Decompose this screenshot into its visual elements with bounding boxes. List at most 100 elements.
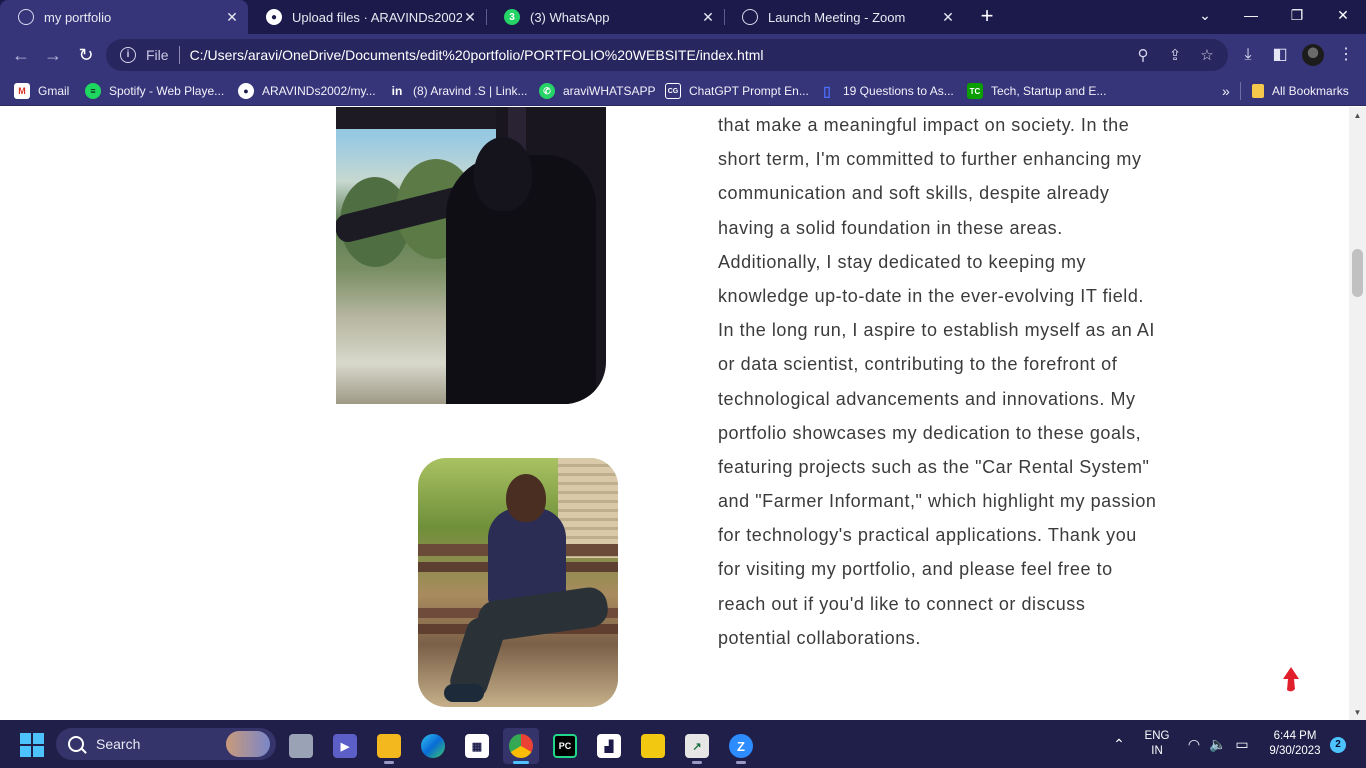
avatar[interactable]	[1302, 44, 1324, 66]
tab-strip: my portfolio ✕ ● Upload files · ARAVINDs…	[0, 0, 1366, 34]
bookmark-spotify[interactable]: ≡ Spotify - Web Playe...	[85, 82, 224, 100]
notification-badge[interactable]: 2	[1330, 737, 1346, 753]
restore-button[interactable]: ❐	[1274, 0, 1320, 32]
page-scrollbar[interactable]: ▲ ▼	[1349, 107, 1366, 720]
scroll-down-icon[interactable]: ▼	[1349, 706, 1366, 720]
back-button[interactable]: ←	[10, 44, 32, 66]
file-explorer-icon[interactable]	[371, 728, 407, 764]
photo-detail	[558, 458, 618, 558]
browser-toolbar: ← → ↻ i File C:/Users/aravi/OneDrive/Doc…	[0, 34, 1366, 76]
about-line: and "Farmer Informant," which highlight …	[718, 491, 1157, 512]
windows-start-icon[interactable]	[20, 733, 44, 757]
chrome-icon[interactable]	[503, 728, 539, 764]
close-window-button[interactable]: ✕	[1320, 0, 1366, 32]
new-tab-button[interactable]: +	[976, 4, 998, 30]
download-icon[interactable]: ⤓	[1238, 45, 1258, 65]
profile-photo-window	[336, 107, 606, 404]
forward-button[interactable]: →	[42, 44, 64, 66]
clock[interactable]: 6:44 PM 9/30/2023	[1262, 729, 1328, 759]
task-view-icon[interactable]	[283, 728, 319, 764]
all-bookmarks-folder[interactable]: All Bookmarks	[1252, 82, 1349, 100]
taskbar-search[interactable]: Search	[56, 728, 276, 760]
star-icon[interactable]: ☆	[1198, 47, 1216, 65]
more-bookmarks-icon[interactable]: »	[1222, 82, 1230, 100]
search-label: Search	[96, 736, 141, 752]
close-icon[interactable]: ✕	[940, 9, 956, 26]
bookmark-label: (8) Aravind .S | Link...	[413, 84, 528, 98]
scroll-to-top-arrow-icon[interactable]	[1280, 665, 1302, 695]
edge-icon[interactable]	[415, 728, 451, 764]
scroll-up-icon[interactable]: ▲	[1349, 109, 1366, 123]
about-line: featuring projects such as the "Car Rent…	[718, 456, 1150, 477]
whatsapp-icon: 3	[504, 9, 520, 25]
about-line: short term, I'm committed to further enh…	[718, 149, 1142, 170]
zoom-icon[interactable]: Z	[723, 728, 759, 764]
profile-photo-bench	[418, 458, 618, 707]
search-icon	[68, 736, 84, 752]
bookmark-linkedin[interactable]: in (8) Aravind .S | Link...	[389, 82, 528, 100]
techcrunch-icon: TC	[967, 83, 983, 99]
bookmark-chatgpt[interactable]: CG ChatGPT Prompt En...	[665, 82, 809, 100]
wifi-icon[interactable]: ◠	[1185, 735, 1203, 753]
bookmark-techcrunch[interactable]: TC Tech, Startup and E...	[967, 82, 1106, 100]
tab-title: Upload files · ARAVINDs2002/M	[292, 9, 462, 25]
office-icon[interactable]: ▟	[591, 728, 627, 764]
info-icon[interactable]: i	[120, 47, 136, 63]
volume-icon[interactable]: 🔈	[1209, 735, 1227, 753]
close-icon[interactable]: ✕	[224, 9, 240, 26]
about-line: technological advancements and innovatio…	[718, 388, 1136, 409]
tab-zoom-meeting[interactable]: Launch Meeting - Zoom ✕	[724, 0, 964, 34]
bookmark-gmail[interactable]: M Gmail	[14, 82, 69, 100]
page-viewport: that make a meaningful impact on society…	[0, 107, 1349, 720]
divider	[1240, 82, 1241, 100]
bookmark-label: Tech, Startup and E...	[991, 84, 1107, 98]
store-icon[interactable]: ▦	[459, 728, 495, 764]
chevron-up-icon[interactable]: ⌃	[1110, 735, 1128, 753]
about-line: In the long run, I aspire to establish m…	[718, 320, 1155, 341]
reload-button[interactable]: ↻	[75, 44, 97, 66]
zoom-icon[interactable]: ⚲	[1134, 47, 1152, 65]
bookmark-questions[interactable]: ▯ 19 Questions to As...	[819, 82, 954, 100]
folder-icon	[1252, 84, 1264, 98]
tab-title: (3) WhatsApp	[530, 9, 610, 25]
meet-icon[interactable]: ▶	[327, 728, 363, 764]
url-text[interactable]: C:/Users/aravi/OneDrive/Documents/edit%2…	[190, 47, 764, 63]
scrollbar-thumb[interactable]	[1352, 249, 1363, 297]
excel-chart-icon[interactable]: ↗	[679, 728, 715, 764]
about-line: for technology's practical applications.…	[718, 525, 1137, 546]
battery-icon[interactable]: ▭	[1233, 735, 1251, 753]
menu-icon[interactable]: ⋮	[1336, 45, 1356, 65]
scheme-label: File	[146, 47, 169, 63]
tab-search-chevron-icon[interactable]: ⌄	[1182, 0, 1228, 32]
tab-my-portfolio[interactable]: my portfolio ✕	[0, 0, 248, 34]
bookmark-label: Gmail	[38, 84, 70, 98]
close-icon[interactable]: ✕	[700, 9, 716, 26]
side-panel-icon[interactable]: ◧	[1270, 45, 1290, 65]
photo-detail	[474, 137, 532, 211]
pycharm-icon[interactable]: PC	[547, 728, 583, 764]
time-label: 6:44 PM	[1273, 730, 1317, 742]
about-line: potential collaborations.	[718, 627, 921, 648]
bookmarks-bar: M Gmail ≡ Spotify - Web Playe... ● ARAVI…	[0, 76, 1366, 106]
bookmark-whatsapp[interactable]: ✆ araviWHATSAPP	[539, 82, 655, 100]
photo-detail	[444, 684, 484, 702]
language-indicator[interactable]: ENG IN	[1141, 729, 1173, 759]
share-icon[interactable]: ⇪	[1166, 47, 1184, 65]
close-icon[interactable]: ✕	[462, 9, 478, 26]
whatsapp-icon: ✆	[539, 83, 555, 99]
search-highlight-image	[226, 731, 270, 757]
gmail-icon: M	[14, 83, 30, 99]
tab-github-upload[interactable]: ● Upload files · ARAVINDs2002/M ✕	[248, 0, 486, 34]
address-bar[interactable]: i File C:/Users/aravi/OneDrive/Documents…	[106, 39, 1228, 71]
tab-whatsapp[interactable]: 3 (3) WhatsApp ✕	[486, 0, 724, 34]
about-paragraph: that make a meaningful impact on society…	[718, 107, 1188, 655]
minimize-button[interactable]: —	[1228, 0, 1274, 32]
divider	[178, 46, 180, 64]
bookmark-github[interactable]: ● ARAVINDs2002/my...	[238, 82, 376, 100]
power-bi-icon[interactable]	[635, 728, 671, 764]
tab-title: Launch Meeting - Zoom	[768, 9, 906, 25]
region-label: IN	[1151, 745, 1163, 757]
about-line: for visiting my portfolio, and please fe…	[718, 559, 1113, 580]
about-line: or data scientist, contributing to the f…	[718, 354, 1118, 375]
github-icon: ●	[238, 83, 254, 99]
